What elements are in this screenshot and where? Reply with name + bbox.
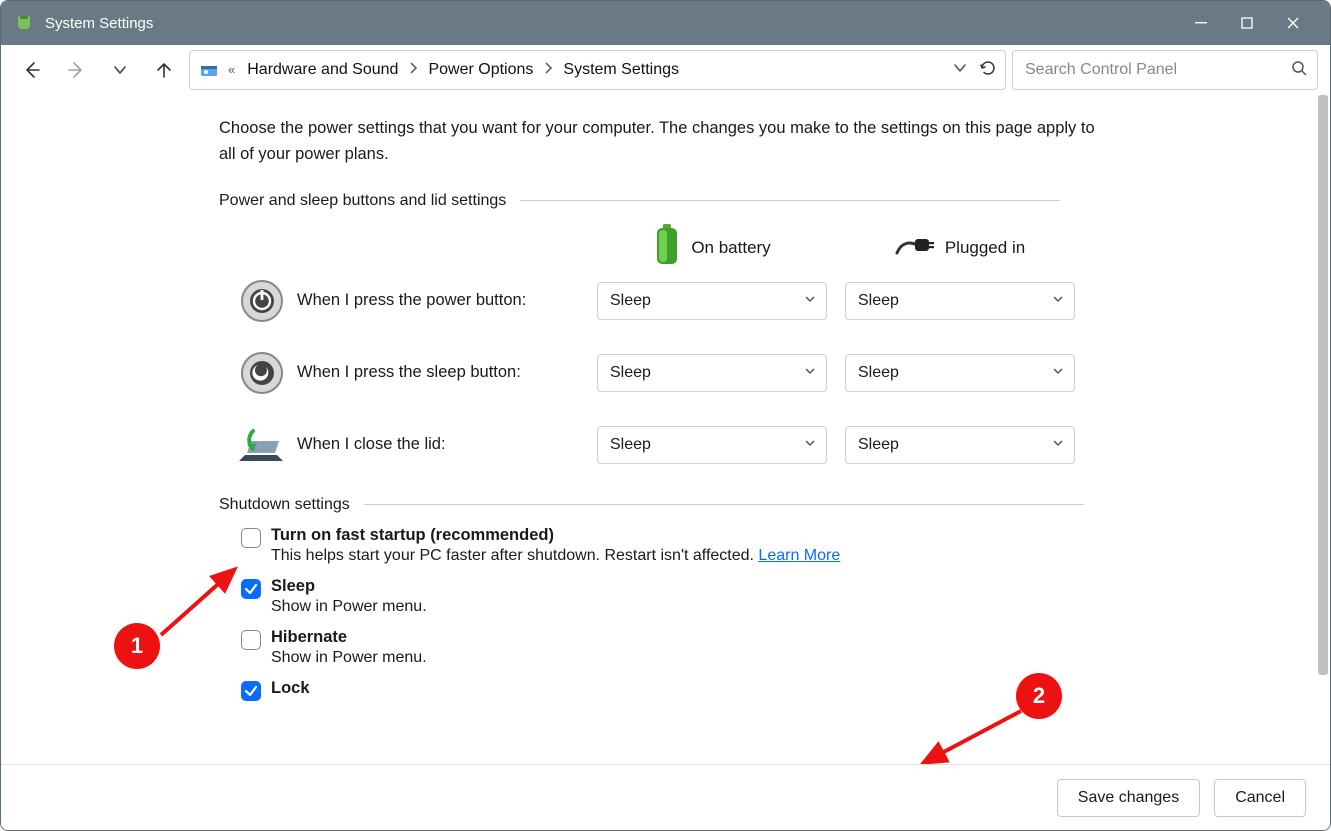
scrollbar-thumb[interactable]	[1318, 95, 1328, 675]
checkbox-hibernate-row: Hibernate Show in Power menu.	[219, 628, 1119, 667]
chevron-right-icon	[408, 61, 418, 78]
up-button[interactable]	[145, 52, 183, 88]
checkbox-lock[interactable]	[241, 681, 261, 701]
column-on-battery: On battery	[597, 218, 827, 278]
column-label: On battery	[691, 238, 770, 258]
close-button[interactable]	[1270, 1, 1316, 45]
row-sleep-button: When I press the sleep button:	[219, 350, 579, 396]
battery-icon	[653, 224, 681, 271]
select-value: Sleep	[610, 292, 651, 310]
checkbox-description: Show in Power menu.	[271, 598, 427, 616]
footer-bar: Save changes Cancel	[1, 764, 1330, 830]
breadcrumb-item[interactable]: System Settings	[559, 57, 683, 83]
forward-button[interactable]	[57, 52, 95, 88]
nav-toolbar: « Hardware and Sound Power Options Syste…	[1, 45, 1330, 95]
select-value: Sleep	[610, 364, 651, 382]
app-icon	[13, 12, 35, 34]
chevron-right-icon	[543, 61, 553, 78]
close-lid-plugged-select[interactable]: Sleep	[845, 426, 1075, 464]
row-close-lid: When I close the lid:	[219, 422, 579, 468]
back-button[interactable]	[13, 52, 51, 88]
row-power-button: When I press the power button:	[219, 278, 579, 324]
checkbox-description: This helps start your PC faster after sh…	[271, 547, 840, 565]
breadcrumb-item[interactable]: Hardware and Sound	[243, 57, 402, 83]
section-power-buttons-header: Power and sleep buttons and lid settings	[219, 192, 1314, 210]
checkbox-fast-startup[interactable]	[241, 528, 261, 548]
section-title: Shutdown settings	[219, 496, 350, 514]
vertical-scrollbar[interactable]	[1314, 95, 1330, 764]
window-frame: System Settings	[0, 0, 1331, 831]
breadcrumb-item[interactable]: Power Options	[424, 57, 537, 83]
section-title: Power and sleep buttons and lid settings	[219, 192, 506, 210]
save-changes-button[interactable]: Save changes	[1057, 779, 1200, 817]
address-bar[interactable]: « Hardware and Sound Power Options Syste…	[189, 50, 1006, 90]
column-plugged-in: Plugged in	[845, 218, 1075, 278]
checkbox-label: Lock	[271, 679, 310, 698]
sleep-button-battery-select[interactable]: Sleep	[597, 354, 827, 392]
intro-text: Choose the power settings that you want …	[219, 115, 1099, 168]
row-label: When I close the lid:	[297, 435, 446, 454]
titlebar: System Settings	[1, 1, 1330, 45]
recent-locations-button[interactable]	[101, 52, 139, 88]
plug-icon	[895, 233, 935, 262]
sleep-button-plugged-select[interactable]: Sleep	[845, 354, 1075, 392]
power-button-plugged-select[interactable]: Sleep	[845, 282, 1075, 320]
column-label: Plugged in	[945, 238, 1025, 258]
select-value: Sleep	[610, 436, 651, 454]
checkbox-hibernate[interactable]	[241, 630, 261, 650]
sleep-button-icon	[239, 350, 285, 396]
address-dropdown-button[interactable]	[953, 61, 967, 79]
chevron-down-icon	[804, 292, 816, 310]
search-box[interactable]	[1012, 50, 1318, 90]
learn-more-link[interactable]: Learn More	[758, 547, 840, 564]
checkbox-label: Turn on fast startup (recommended)	[271, 526, 840, 545]
checkbox-lock-row: Lock	[219, 679, 1119, 701]
checkbox-sleep-row: Sleep Show in Power menu.	[219, 577, 1119, 616]
close-lid-battery-select[interactable]: Sleep	[597, 426, 827, 464]
select-value: Sleep	[858, 436, 899, 454]
chevron-down-icon	[1052, 436, 1064, 454]
window-title: System Settings	[45, 15, 153, 32]
minimize-button[interactable]	[1178, 1, 1224, 45]
chevron-down-icon	[804, 364, 816, 382]
history-split-icon[interactable]: «	[226, 62, 237, 77]
checkbox-fast-startup-row: Turn on fast startup (recommended) This …	[219, 526, 1119, 565]
search-input[interactable]	[1023, 60, 1291, 80]
laptop-lid-icon	[239, 422, 285, 468]
refresh-button[interactable]	[979, 59, 997, 81]
checkbox-label: Sleep	[271, 577, 427, 596]
cancel-button[interactable]: Cancel	[1214, 779, 1306, 817]
chevron-down-icon	[1052, 292, 1064, 310]
checkbox-sleep[interactable]	[241, 579, 261, 599]
power-button-battery-select[interactable]: Sleep	[597, 282, 827, 320]
control-panel-icon	[198, 59, 220, 81]
chevron-down-icon	[1052, 364, 1064, 382]
checkbox-description: Show in Power menu.	[271, 649, 427, 667]
power-button-icon	[239, 278, 285, 324]
checkbox-label: Hibernate	[271, 628, 427, 647]
select-value: Sleep	[858, 292, 899, 310]
chevron-down-icon	[804, 436, 816, 454]
select-value: Sleep	[858, 364, 899, 382]
section-shutdown-header: Shutdown settings	[219, 496, 1314, 514]
row-label: When I press the sleep button:	[297, 363, 521, 382]
content-area: Choose the power settings that you want …	[1, 95, 1330, 764]
row-label: When I press the power button:	[297, 291, 526, 310]
maximize-button[interactable]	[1224, 1, 1270, 45]
search-icon[interactable]	[1291, 60, 1307, 80]
